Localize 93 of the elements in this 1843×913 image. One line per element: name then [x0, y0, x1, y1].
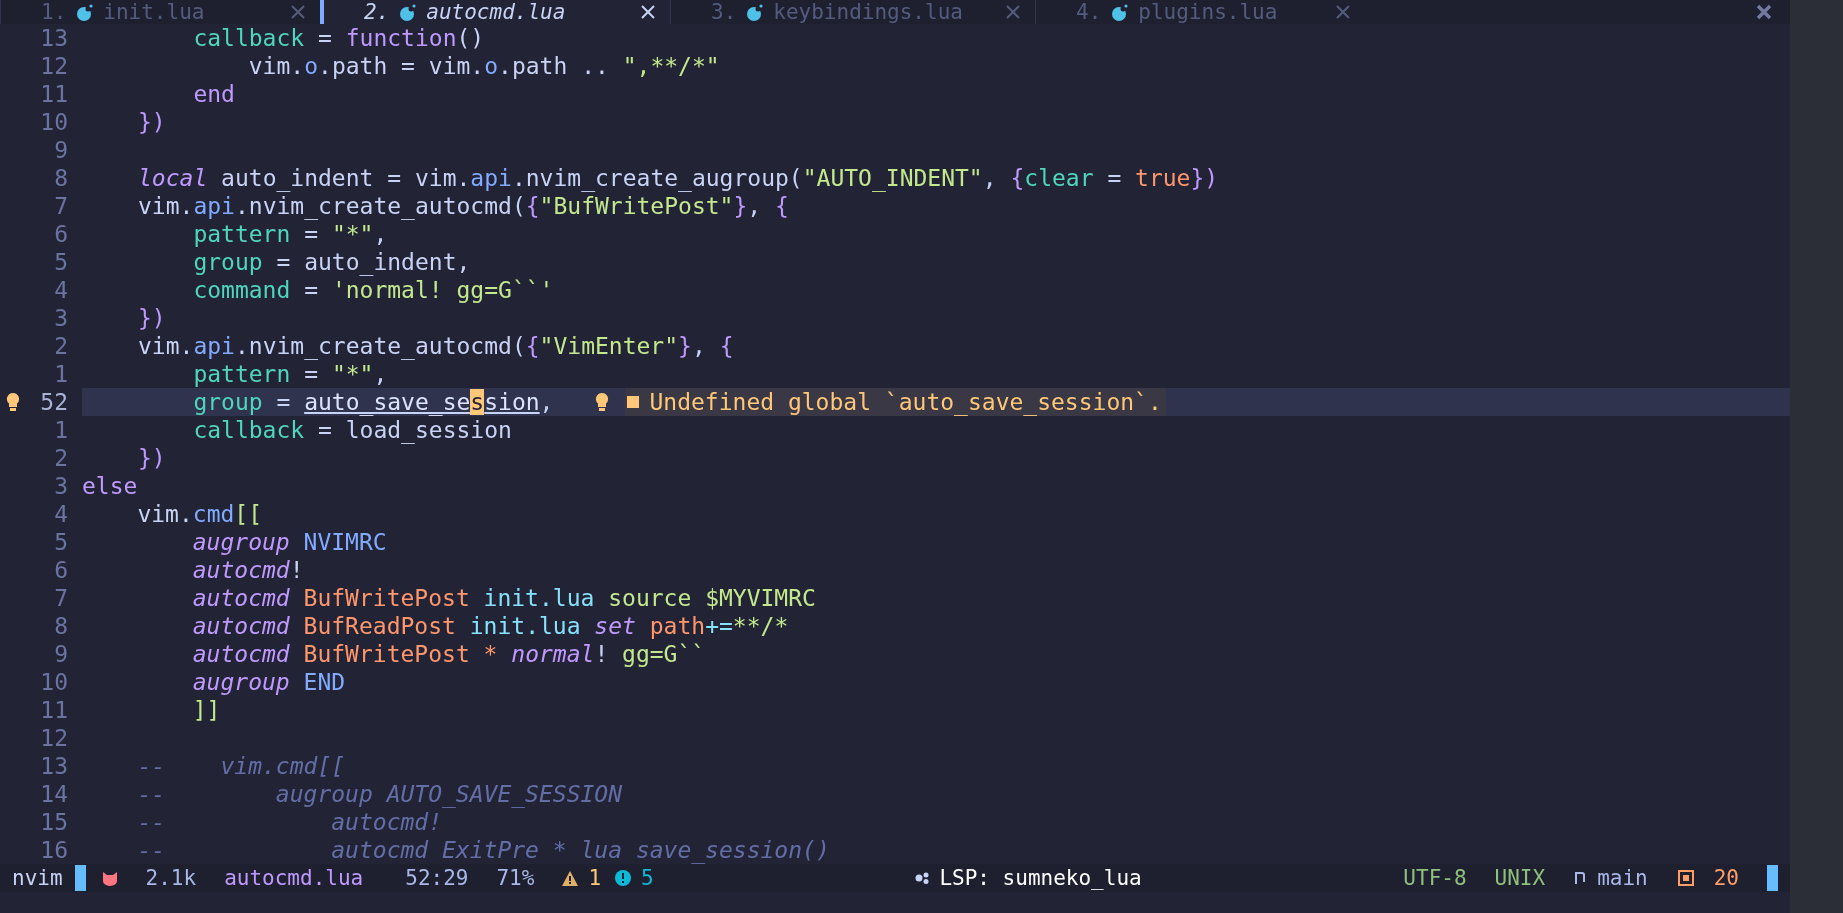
code-line: pattern = "*",: [192, 220, 388, 248]
code-line: augroup NVIMRC: [191, 528, 387, 556]
close-icon: [290, 4, 306, 20]
git-branch: main: [1597, 865, 1648, 892]
line-count: 20: [1713, 865, 1739, 892]
code-line: autocmd BufWritePost init.lua source $MYVIMRC: [191, 584, 816, 612]
code-line: autocmd!: [191, 556, 304, 584]
code-line: vim.api.nvim_create_autocmd({"BufWritePost"}, {: [138, 192, 789, 220]
line-number: 13: [40, 24, 68, 52]
close-icon: [1756, 4, 1772, 20]
line-number: 4: [54, 276, 68, 304]
line-number: 5: [54, 528, 68, 556]
line-number: 52: [40, 388, 68, 416]
info-count: 5: [641, 865, 654, 892]
lua-moon-icon: [399, 3, 417, 21]
line-number: 14: [40, 780, 68, 808]
mode-indicator: [1767, 865, 1778, 891]
warning-count: 1: [588, 865, 602, 892]
line-number: 6: [54, 220, 68, 248]
close-icon: [1335, 4, 1351, 20]
code-line: callback = function(): [192, 24, 485, 52]
lightbulb-icon: [595, 392, 610, 412]
gears-icon: [915, 872, 930, 884]
warning-icon: [562, 870, 579, 886]
line-number: 8: [54, 612, 68, 640]
cursor-position: 52:29: [405, 865, 469, 892]
code-line: vim.cmd[[: [136, 500, 263, 528]
code-line: else: [82, 472, 138, 500]
line-number: 1: [54, 416, 68, 444]
line-number: 2: [54, 332, 68, 360]
code-line: ]]: [191, 696, 221, 724]
code-line: autocmd BufWritePost * normal! gg=G``: [191, 640, 706, 668]
code-line: -- augroup AUTO_SAVE_SESSION: [136, 780, 623, 808]
file-size: 2.1k: [145, 865, 197, 892]
code-line: augroup END: [191, 668, 346, 696]
line-number: 15: [40, 808, 68, 836]
tab[interactable]: 2. autocmd.lua: [320, 0, 670, 24]
line-number: 2: [54, 444, 68, 472]
code-line: }): [138, 108, 166, 136]
line-number: 7: [54, 192, 68, 220]
file-format: UNIX: [1494, 865, 1546, 892]
line-number: 3: [54, 304, 68, 332]
line-number: 4: [54, 500, 68, 528]
lua-moon-icon: [1111, 3, 1129, 21]
line-number: 10: [40, 668, 68, 696]
mode-indicator: [74, 865, 86, 891]
code-line: vim.o.path = vim.o.path .. ",**/*": [247, 52, 720, 80]
code-line: }): [138, 304, 166, 332]
lua-moon-icon: [746, 3, 764, 21]
code-line: callback = load_session: [192, 416, 512, 444]
square-icon: [627, 396, 640, 408]
line-number: 12: [40, 724, 68, 752]
line-number: 16: [40, 836, 68, 864]
line-number: 3: [54, 472, 68, 500]
line-number: 10: [40, 108, 68, 136]
code-line: command = 'normal! gg=G``': [192, 276, 554, 304]
lua-moon-icon: [76, 3, 94, 21]
code-line: vim.api.nvim_create_autocmd({"VimEnter"}, {: [138, 332, 734, 360]
scroll-percent: 71%: [496, 865, 535, 892]
code-line: autocmd BufReadPost init.lua set path+=**/*: [191, 612, 789, 640]
line-number: 7: [54, 584, 68, 612]
code-line: }): [138, 444, 166, 472]
line-number: 1: [54, 360, 68, 388]
code-line: -- autocmd!: [136, 808, 443, 836]
line-number: 5: [54, 248, 68, 276]
lsp-status: LSP: sumneko_lua: [939, 865, 1142, 892]
line-number: 6: [54, 556, 68, 584]
file-name: autocmd.lua: [224, 865, 364, 892]
code-line: -- vim.cmd[[: [136, 752, 346, 780]
code-line: group = auto_indent,: [192, 248, 471, 276]
code-line: end: [192, 80, 235, 108]
line-number: 13: [40, 752, 68, 780]
close-icon: [1005, 4, 1021, 20]
encoding: UTF-8: [1403, 865, 1467, 892]
code-line: -- autocmd ExitPre * lua save_session(): [136, 836, 830, 864]
tab[interactable]: 3. keybindings.lua: [670, 0, 1035, 24]
diagnostic-message: Undefined global `auto_save_session`.: [649, 388, 1162, 416]
line-number: 11: [40, 80, 68, 108]
line-number: 12: [40, 52, 68, 80]
square-icon: [1677, 870, 1694, 886]
code-line: local auto_indent = vim.api.nvim_create_augroup("AUTO_INDENT", {clear = true}): [138, 164, 1219, 192]
code-line: pattern = "*",: [192, 360, 388, 388]
close-icon: [640, 4, 656, 20]
info-icon: [615, 870, 632, 886]
lightbulb-icon: [6, 392, 20, 412]
line-number: 8: [54, 164, 68, 192]
mode-label: nvim: [12, 865, 63, 892]
line-number: 11: [40, 696, 68, 724]
line-number: 9: [54, 640, 68, 668]
line-number: 9: [54, 136, 68, 164]
cat-icon: [101, 870, 118, 886]
tab[interactable]: 4. plugins.lua: [1035, 0, 1365, 24]
code-line: group = auto_save_session,: [192, 388, 554, 416]
